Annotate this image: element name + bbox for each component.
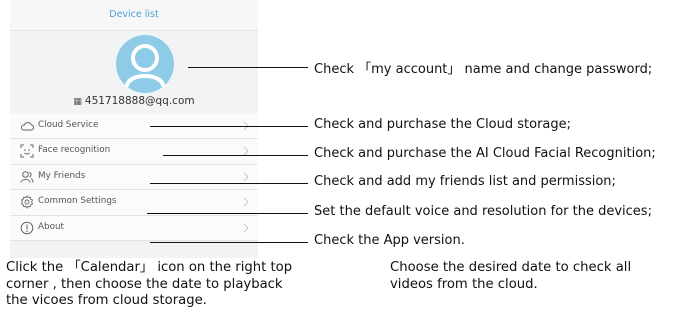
- profile-section: ▦ 451718888@qq.com: [10, 31, 258, 113]
- menu-item-label: My Friends: [38, 170, 86, 181]
- annotation-friends: Check and add my friends list and permis…: [314, 174, 616, 189]
- menu-item-label: Common Settings: [38, 196, 117, 207]
- menu-item-label: Face recognition: [38, 145, 111, 156]
- menu-item-label: About: [38, 221, 65, 232]
- menu-item-label: Cloud Service: [38, 120, 99, 130]
- connector-line-account: [188, 67, 308, 68]
- menu-item-common-settings[interactable]: Common Settings: [10, 190, 258, 216]
- face-scan-icon: [20, 144, 34, 158]
- connector-line-face: [163, 155, 308, 156]
- connector-line-settings: [147, 213, 308, 214]
- annotation-account: Check 「my account」 name and change passw…: [314, 62, 653, 77]
- connector-line-friends: [150, 183, 308, 184]
- info-icon: [20, 221, 34, 234]
- menu-item-about[interactable]: About: [10, 215, 258, 241]
- annotation-cloud: Check and purchase the Cloud storage;: [314, 117, 572, 132]
- friends-icon: [20, 170, 34, 183]
- account-email: 451718888@qq.com: [84, 95, 195, 107]
- phone-screen: Device list ▦ 451718888@qq.com Cloud Serv…: [10, 0, 258, 258]
- annotation-face: Check and purchase the AI Cloud Facial R…: [314, 146, 656, 161]
- connector-line-cloud: [150, 126, 308, 127]
- chevron-right-icon: [243, 197, 249, 207]
- menu-item-my-friends[interactable]: My Friends: [10, 164, 258, 191]
- page-title: Device list: [10, 0, 258, 31]
- footer-right-text: Choose the desired date to check all vid…: [390, 260, 632, 292]
- annotation-about: Check the App version.: [314, 233, 465, 248]
- cloud-icon: [20, 122, 34, 131]
- menu-item-face-recognition[interactable]: Face recognition: [10, 139, 258, 165]
- menu-list: Cloud Service Face recognition My Friend…: [10, 114, 258, 241]
- gear-icon: [20, 195, 34, 209]
- account-row: ▦ 451718888@qq.com: [10, 95, 258, 107]
- annotation-settings: Set the default voice and resolution for…: [314, 204, 652, 219]
- avatar[interactable]: [116, 35, 174, 93]
- chevron-right-icon: [243, 223, 249, 232]
- connector-line-about: [150, 242, 308, 243]
- chevron-right-icon: [243, 172, 249, 182]
- footer-left-text: Click the 「Calendar」 icon on the right t…: [6, 260, 293, 308]
- qr-code-icon[interactable]: ▦: [73, 97, 82, 107]
